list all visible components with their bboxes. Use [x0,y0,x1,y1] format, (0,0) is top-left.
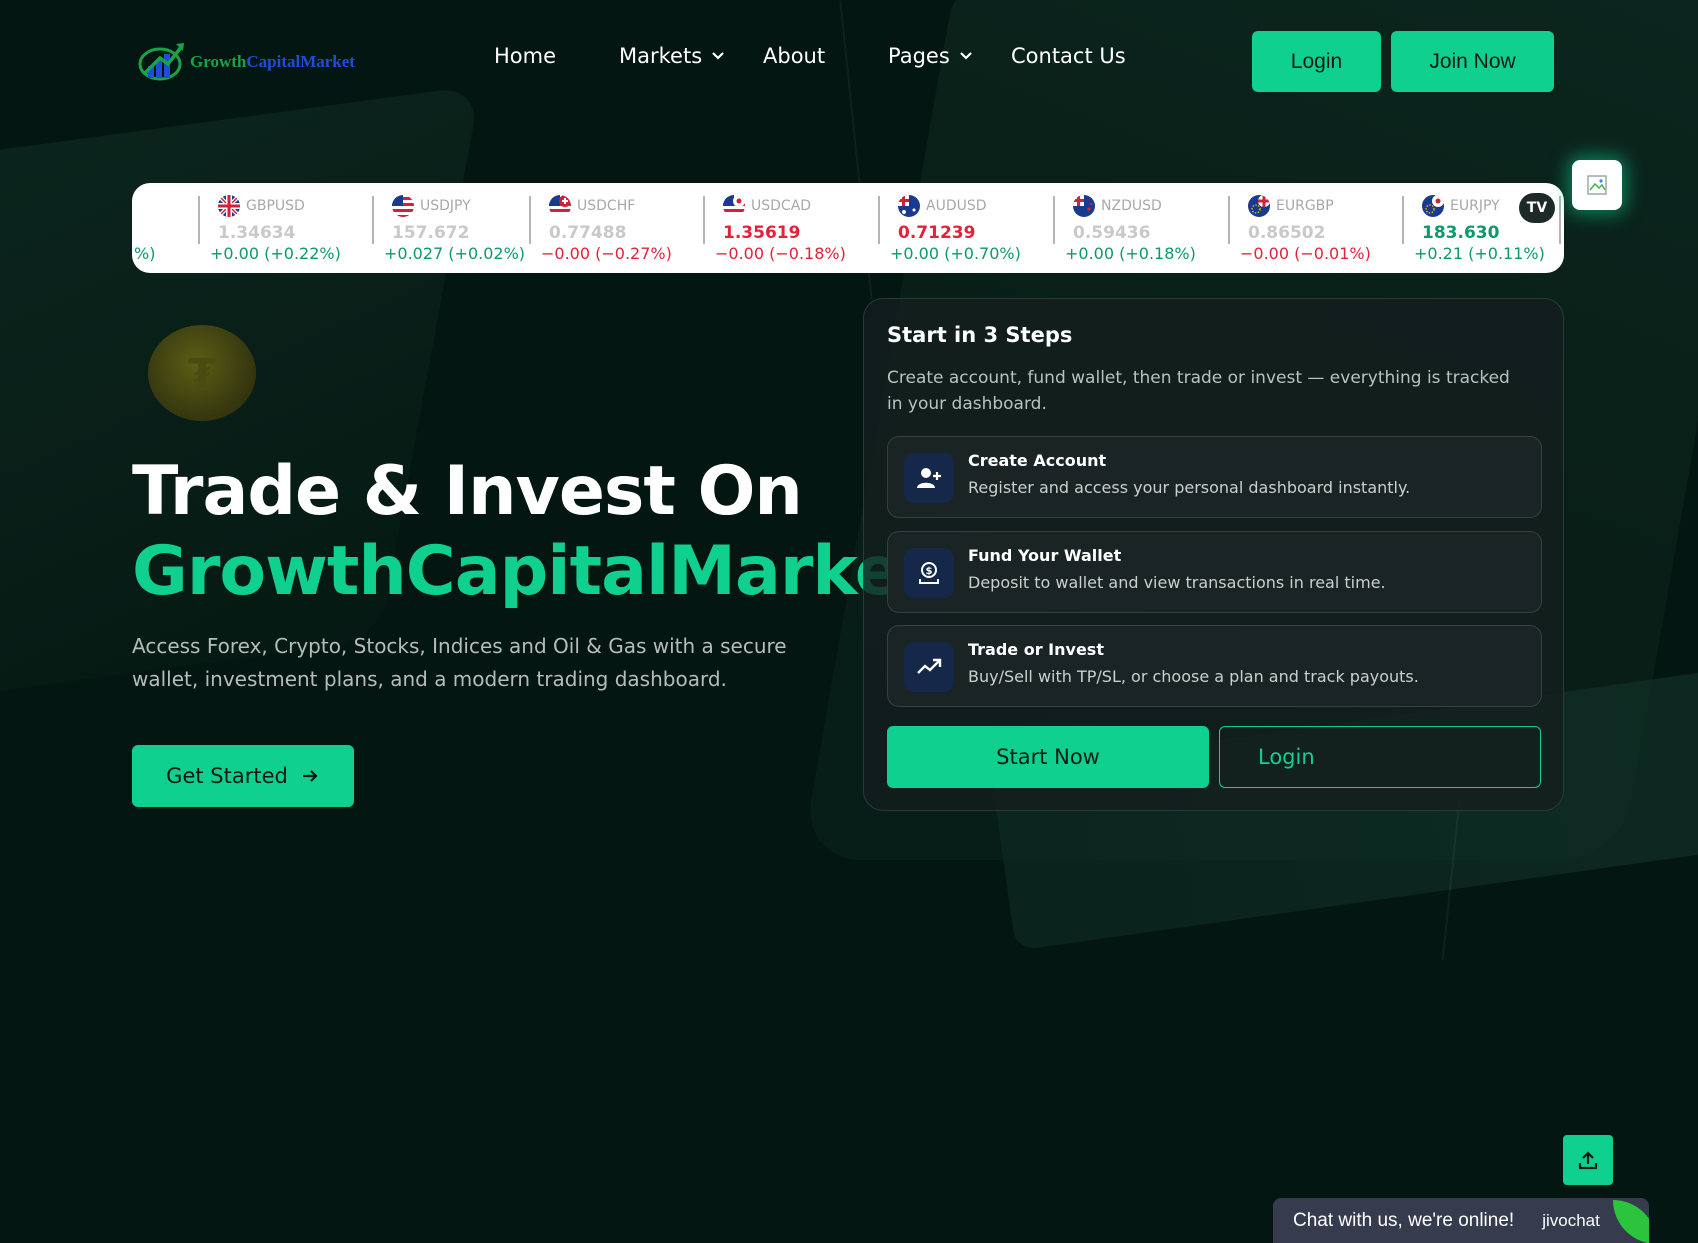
steps-card: Start in 3 Steps Create account, fund wa… [863,298,1564,811]
start-now-button[interactable]: Start Now [887,726,1209,788]
step-description: Register and access your personal dashbo… [968,478,1411,497]
site-header: GrowthCapitalMarket Home Markets About P… [0,0,1698,122]
hero-title-line2: GrowthCapitalMarket [132,532,932,611]
chat-widget[interactable]: Chat with us, we're online! jivochat [1273,1198,1649,1243]
ticker-separator [198,196,200,244]
step-description: Deposit to wallet and view transactions … [968,573,1386,592]
steps-card-description: Create account, fund wallet, then trade … [887,368,1510,414]
ticker-partial-change: %) [134,244,156,263]
coin-decoration-icon: ₮ [148,325,256,421]
nav-home[interactable]: Home [494,44,556,68]
nav-markets-label: Markets [619,44,703,68]
ticker-change: +0.00 (+0.70%) [890,244,1021,263]
step-fund-wallet: $ Fund Your Wallet Deposit to wallet and… [887,531,1542,613]
tradingview-badge[interactable]: TV [1519,193,1555,223]
steps-card-title: Start in 3 Steps [887,323,1073,347]
ticker-separator [529,196,531,244]
nav-pages[interactable]: Pages [888,44,974,68]
nav-contact-label: Contact Us [1011,44,1126,68]
ticker-separator [1228,196,1230,244]
ticker-symbol: EURGBP [1276,198,1334,214]
ticker-change: −0.00 (−0.01%) [1240,244,1371,263]
ticker-separator [1053,196,1055,244]
ticker-symbol: GBPUSD [246,198,305,214]
ticker-symbol: AUDUSD [926,198,987,214]
hero-subtitle: Access Forex, Crypto, Stocks, Indices an… [132,634,787,691]
logo-chart-icon [138,40,188,84]
ticker-change: +0.00 (+0.22%) [210,244,341,263]
ticker-separator [1402,196,1404,244]
ticker-price: 157.672 [392,223,470,243]
us-ch-flag-icon [549,195,571,217]
ticker-separator [878,196,880,244]
scroll-to-top-button[interactable] [1563,1135,1613,1185]
nav-about[interactable]: About [763,44,825,68]
brand-logo[interactable]: GrowthCapitalMarket [138,40,355,84]
hero-title-line1: Trade & Invest On [132,452,803,531]
step-title: Fund Your Wallet [968,546,1122,565]
ticker-symbol: USDJPY [420,198,471,214]
ticker-price: 0.77488 [549,223,627,243]
chevron-down-icon [712,52,724,60]
eu-jp-flag-icon [1422,195,1444,217]
step-title: Trade or Invest [968,640,1104,659]
ticker-price: 0.59436 [1073,223,1151,243]
ticker-price: 0.71239 [898,223,976,243]
ticker-change: −0.00 (−0.18%) [715,244,846,263]
brand-name-part1: Growth [190,52,247,71]
nav-contact[interactable]: Contact Us [1011,44,1126,68]
ticker-change: −0.00 (−0.27%) [541,244,672,263]
ticker-change: +0.21 (+0.11%) [1414,244,1545,263]
chevron-down-icon [960,52,972,60]
ticker-price: 183.630 [1422,223,1500,243]
ticker-separator [1559,196,1561,244]
card-login-button[interactable]: Login [1219,726,1541,788]
ticker-separator [372,196,374,244]
svg-text:₮: ₮ [188,351,216,397]
au-flag-icon [898,195,920,217]
nz-flag-icon [1073,195,1095,217]
ticker-separator [703,196,705,244]
us-flag-icon [392,195,414,217]
wallet-deposit-icon: $ [904,548,954,598]
ticker-symbol: NZDUSD [1101,198,1162,214]
brand-name: GrowthCapitalMarket [190,52,355,72]
nav-home-label: Home [494,44,557,68]
chat-widget-brand: jivochat [1542,1210,1600,1230]
nav-pages-label: Pages [888,44,950,68]
ticker-symbol: USDCHF [577,198,636,214]
svg-text:$: $ [926,566,933,577]
eu-gb-flag-icon [1248,195,1270,217]
trending-up-icon [904,642,954,692]
user-plus-icon [904,453,954,503]
ticker-symbol: USDCAD [751,198,812,214]
header-login-button[interactable]: Login [1252,31,1381,92]
get-started-button[interactable]: Get Started [132,745,354,807]
hero-title: Trade & Invest On GrowthCapitalMarket [132,452,932,612]
gb-flag-icon [218,195,240,217]
brand-name-part2: CapitalMarket [246,52,355,71]
ticker-price: 0.86502 [1248,223,1326,243]
get-started-label: Get Started [166,764,288,788]
broken-image-icon[interactable] [1572,160,1622,210]
step-create-account: Create Account Register and access your … [887,436,1542,518]
ticker-symbol: EURJPY [1450,198,1500,214]
header-join-button[interactable]: Join Now [1391,31,1554,92]
upload-arrow-icon [1578,1151,1598,1170]
us-ca-flag-icon [723,195,745,217]
jivochat-leaf-icon [1613,1200,1649,1243]
nav-about-label: About [763,44,826,68]
ticker-change: +0.027 (+0.02%) [384,244,526,263]
price-ticker[interactable]: %) GBPUSD 1.34634 +0.00 (+0.22%) USDJPY … [132,183,1564,273]
ticker-price: 1.35619 [723,223,801,243]
step-trade-invest: Trade or Invest Buy/Sell with TP/SL, or … [887,625,1542,707]
arrow-right-icon [302,770,318,782]
ticker-price: 1.34634 [218,223,296,243]
step-description: Buy/Sell with TP/SL, or choose a plan an… [968,667,1419,686]
nav-markets[interactable]: Markets [619,44,726,68]
ticker-change: +0.00 (+0.18%) [1065,244,1196,263]
step-title: Create Account [968,451,1107,470]
chat-widget-text: Chat with us, we're online! [1293,1209,1515,1231]
